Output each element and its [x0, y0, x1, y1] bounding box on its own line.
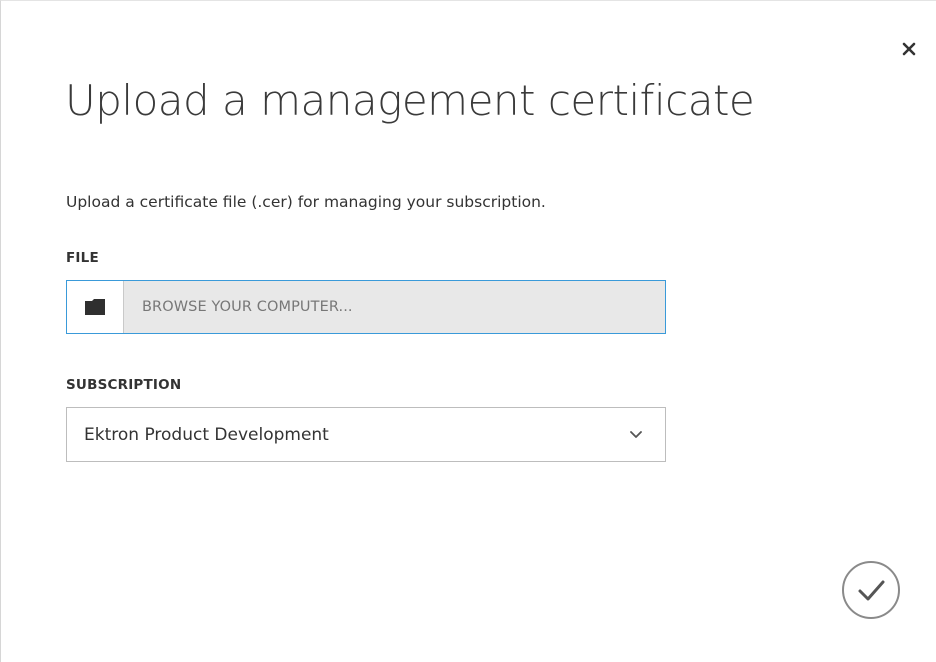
- file-browse-input[interactable]: BROWSE YOUR COMPUTER...: [66, 280, 666, 334]
- close-icon: [902, 42, 916, 56]
- file-placeholder: BROWSE YOUR COMPUTER...: [124, 281, 665, 333]
- folder-icon: [85, 299, 105, 315]
- file-label: FILE: [66, 250, 99, 266]
- chevron-down-icon: [630, 430, 642, 438]
- dialog-title: Upload a management certificate: [65, 76, 755, 125]
- upload-certificate-dialog: Upload a management certificate Upload a…: [0, 0, 936, 662]
- folder-button[interactable]: [67, 281, 124, 333]
- dialog-description: Upload a certificate file (.cer) for man…: [66, 193, 546, 211]
- confirm-button[interactable]: [841, 560, 901, 620]
- checkmark-icon: [842, 561, 900, 619]
- close-button[interactable]: [897, 37, 921, 61]
- subscription-select[interactable]: Ektron Product Development: [66, 407, 666, 462]
- subscription-label: SUBSCRIPTION: [66, 377, 182, 393]
- subscription-selected-value: Ektron Product Development: [84, 424, 329, 445]
